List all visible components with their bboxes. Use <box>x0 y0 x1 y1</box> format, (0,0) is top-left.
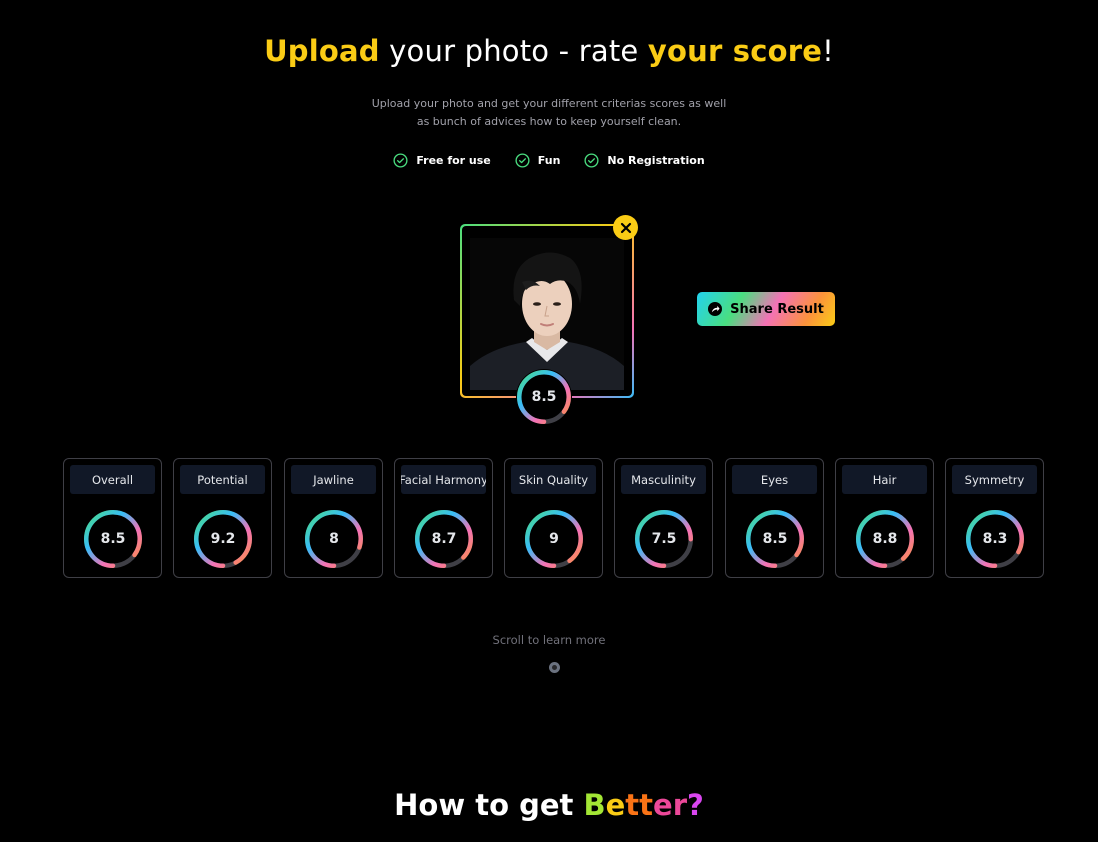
better-question-mark: ? <box>687 788 704 822</box>
feature-no-registration: No Registration <box>584 153 705 168</box>
score-card-label: Potential <box>180 465 265 494</box>
score-card: Potential 9.2 <box>173 458 272 578</box>
score-card-label: Hair <box>842 465 927 494</box>
score-value: 8.5 <box>100 531 126 547</box>
feature-label: Fun <box>537 154 561 167</box>
score-card: Skin Quality 9 <box>504 458 603 578</box>
score-value: 8.5 <box>762 531 788 547</box>
better-letters-tt: tt <box>625 788 654 822</box>
hero-subtitle-line2: as bunch of advices how to keep yourself… <box>416 115 682 128</box>
hero-title-end: ! <box>822 34 834 68</box>
better-letter-e2: e <box>653 788 673 822</box>
close-icon <box>620 222 631 233</box>
scroll-indicator[interactable] <box>549 662 560 673</box>
score-card: Symmetry 8.3 <box>945 458 1044 578</box>
better-letter-b: B <box>583 788 606 822</box>
score-card-label: Skin Quality <box>511 465 596 494</box>
better-letter-r: r <box>672 788 688 822</box>
scroll-hint: Scroll to learn more <box>492 633 606 647</box>
feature-label: Free for use <box>416 154 491 167</box>
page: Upload your photo - rate your score! Upl… <box>0 0 1098 842</box>
hero-title-upload: Upload <box>264 34 380 68</box>
score-value: 8 <box>329 531 339 547</box>
score-card-label: Facial Harmony <box>401 465 486 494</box>
score-card-label: Overall <box>70 465 155 494</box>
score-ring: 8.7 <box>414 509 474 569</box>
overall-score-value: 8.5 <box>531 389 557 405</box>
score-card-label: Jawline <box>291 465 376 494</box>
score-value: 7.5 <box>651 531 677 547</box>
feature-label: No Registration <box>607 154 705 167</box>
share-result-label: Share Result <box>730 301 824 317</box>
score-card-list: Overall 8.5 Potential 9.2 Jawline 8 Facial Har… <box>63 458 1044 578</box>
score-value: 8.7 <box>431 531 457 547</box>
score-value: 8.8 <box>872 531 898 547</box>
check-circle-icon <box>393 153 408 168</box>
score-card: Hair 8.8 <box>835 458 934 578</box>
feature-free: Free for use <box>393 153 491 168</box>
score-card: Jawline 8 <box>284 458 383 578</box>
better-section-title: How to get Better? <box>0 788 1098 822</box>
uploaded-photo <box>470 238 624 390</box>
check-circle-icon <box>584 153 599 168</box>
overall-score-ring: 8.5 <box>516 369 572 425</box>
score-ring: 8.3 <box>965 509 1025 569</box>
score-ring: 9.2 <box>193 509 253 569</box>
score-card: Eyes 8.5 <box>725 458 824 578</box>
score-card: Masculinity 7.5 <box>614 458 713 578</box>
score-card-label: Masculinity <box>621 465 706 494</box>
remove-photo-button[interactable] <box>613 215 638 240</box>
hero-title-score: your score <box>647 34 823 68</box>
feature-fun: Fun <box>515 153 561 168</box>
score-value: 9.2 <box>210 531 236 547</box>
hero-subtitle-line1: Upload your photo and get your different… <box>371 97 727 110</box>
score-ring: 7.5 <box>634 509 694 569</box>
score-ring: 8.5 <box>745 509 805 569</box>
share-arrow-icon <box>708 302 723 316</box>
score-card: Overall 8.5 <box>63 458 162 578</box>
score-ring: 8.8 <box>855 509 915 569</box>
check-circle-icon <box>515 153 530 168</box>
score-value: 8.3 <box>982 531 1008 547</box>
portrait-illustration <box>470 238 624 390</box>
score-value: 9 <box>549 531 559 547</box>
hero-subtitle: Upload your photo and get your different… <box>0 95 1098 131</box>
hero-title-middle: your photo - rate <box>379 34 648 68</box>
share-result-button[interactable]: Share Result <box>697 292 835 326</box>
better-title-text: How to get <box>394 788 584 822</box>
feature-list: Free for use Fun No Registration <box>0 153 1098 168</box>
hero-title: Upload your photo - rate your score! <box>0 34 1098 68</box>
score-card: Facial Harmony 8.7 <box>394 458 493 578</box>
score-ring: 8 <box>304 509 364 569</box>
score-card-label: Eyes <box>732 465 817 494</box>
score-card-label: Symmetry <box>952 465 1037 494</box>
score-ring: 9 <box>524 509 584 569</box>
better-letter-e: e <box>605 788 626 822</box>
score-ring: 8.5 <box>83 509 143 569</box>
